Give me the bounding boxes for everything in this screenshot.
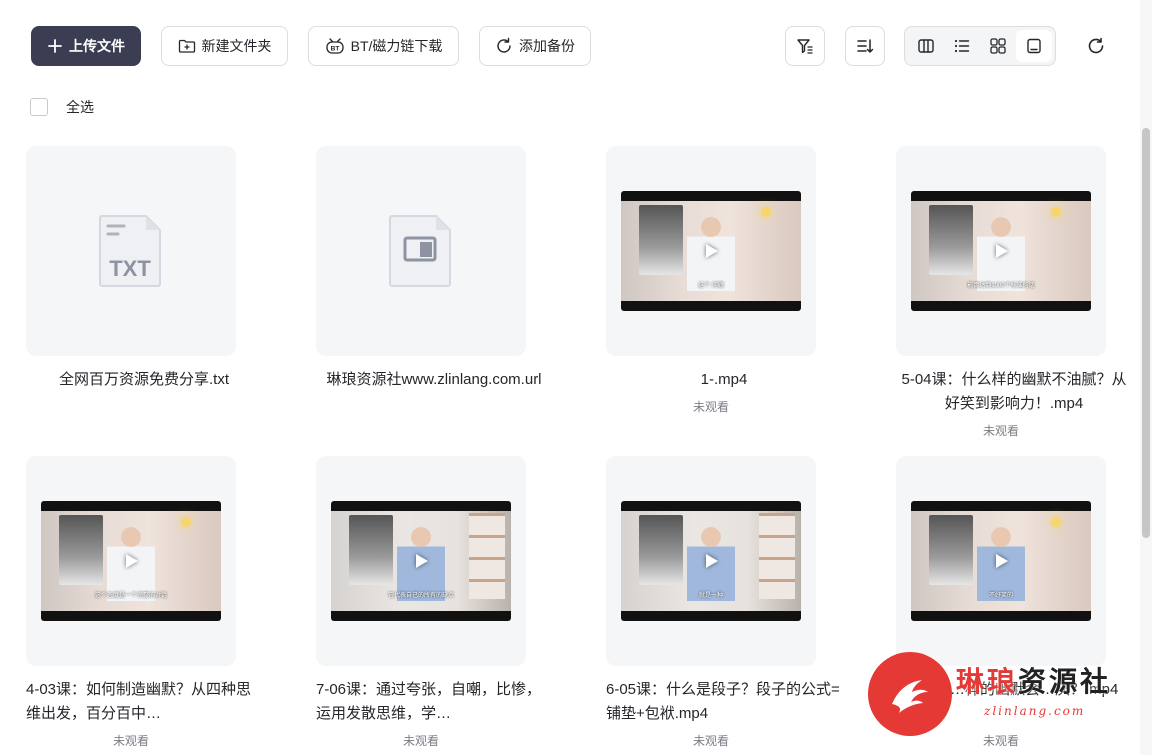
file-card[interactable]: 不好笑的 …样的幽默会…厌？.mp4 未观看 [870,456,1152,756]
refresh-button[interactable] [1080,30,1112,62]
view-single-button[interactable] [1016,30,1052,62]
add-backup-label: 添加备份 [519,38,575,54]
sort-button[interactable] [845,26,885,66]
lamp [761,207,771,217]
watch-status: 未观看 [692,734,729,748]
txt-file-icon: TXT [99,215,161,287]
file-thumbnail[interactable]: 就是一种 [606,456,816,666]
vertical-scrollbar[interactable] [1140,0,1152,755]
video-caption: 就是一种 [698,593,723,599]
portrait-poster [929,515,973,585]
play-icon[interactable] [416,554,428,568]
columns-icon [918,39,934,53]
file-thumbnail[interactable]: 它代表自己的所有的缺点 [316,456,526,666]
portrait-poster [929,205,973,275]
portrait-poster [349,515,393,585]
backup-icon [497,37,511,53]
filter-icon [797,39,813,54]
bt-icon-label: BT [330,46,339,53]
lamp [1051,517,1061,527]
video-caption: 这个 问题 [698,283,724,289]
file-name[interactable]: 全网百万资源免费分享.txt [0,368,262,392]
file-thumbnail[interactable] [316,146,526,356]
bt-download-label: BT/磁力链下载 [350,38,443,54]
view-list-button[interactable] [944,30,980,62]
video-caption: 它代表自己的所有的缺点 [387,593,454,599]
file-name[interactable]: 4-03课：如何制造幽默？从四种思维出发，百分百中… [0,678,262,726]
watch-status: 未观看 [982,734,1019,748]
url-file-icon [389,215,451,287]
upload-label: 上传文件 [69,38,125,54]
sort-icon [857,39,874,53]
file-name[interactable]: 7-06课：通过夸张，自嘲，比惨，运用发散思维，学… [290,678,552,726]
watch-status: 未观看 [112,734,149,748]
file-name[interactable]: …样的幽默会…厌？.mp4 [870,678,1132,702]
file-card[interactable]: 琳琅资源社www.zlinlang.com.url [290,146,580,446]
file-card[interactable]: TXT 全网百万资源免费分享.txt [0,146,290,446]
upload-button[interactable]: 上传文件 [31,26,141,66]
bookshelf [759,513,795,599]
view-mode-switch [904,26,1056,66]
new-folder-label: 新建文件夹 [201,38,272,54]
bt-download-button[interactable]: BT BT/磁力链下载 [308,26,459,66]
watch-status: 未观看 [402,734,439,748]
watch-status: 未观看 [982,424,1019,438]
file-card[interactable]: 这个 问题 1-.mp4 未观看 [580,146,870,446]
file-thumbnail[interactable]: 这个态度是一个完整的对话 [26,456,236,666]
file-name[interactable]: 5-04课：什么样的幽默不油腻？从好笑到影响力！.mp4 [870,368,1132,416]
file-thumbnail[interactable]: TXT [26,146,236,356]
video-thumbnail[interactable]: 它代表自己的所有的缺点 [331,501,511,621]
play-icon[interactable] [706,244,718,258]
folder-plus-icon [178,39,195,53]
file-card[interactable]: 能否达到1000个标准的话 5-04课：什么样的幽默不油腻？从好笑到影响力！.m… [870,146,1152,446]
plus-icon [48,39,62,53]
select-all-checkbox[interactable] [30,98,48,116]
file-card[interactable]: 它代表自己的所有的缺点 7-06课：通过夸张，自嘲，比惨，运用发散思维，学… 未… [290,456,580,756]
file-card[interactable]: 这个态度是一个完整的对话 4-03课：如何制造幽默？从四种思维出发，百分百中… … [0,456,290,756]
thumbnail-view-icon [1027,38,1041,54]
portrait-poster [639,205,683,275]
file-name[interactable]: 6-05课：什么是段子？段子的公式=铺垫+包袱.mp4 [580,678,842,726]
portrait-poster [639,515,683,585]
filter-button[interactable] [785,26,825,66]
bookshelf [469,513,505,599]
file-thumbnail[interactable]: 能否达到1000个标准的话 [896,146,1106,356]
new-folder-button[interactable]: 新建文件夹 [161,26,288,66]
file-thumbnail[interactable]: 不好笑的 [896,456,1106,666]
view-column-button[interactable] [908,30,944,62]
video-thumbnail[interactable]: 这个态度是一个完整的对话 [41,501,221,621]
video-caption: 能否达到1000个标准的话 [967,283,1035,289]
video-caption: 不好笑的 [988,593,1013,599]
play-icon[interactable] [126,554,138,568]
play-icon[interactable] [706,554,718,568]
play-icon[interactable] [996,554,1008,568]
select-all-label[interactable]: 全选 [66,97,94,117]
scrollbar-thumb[interactable] [1142,128,1150,538]
watch-status: 未观看 [692,400,729,414]
lamp [181,517,191,527]
grid-icon [990,38,1006,54]
add-backup-button[interactable]: 添加备份 [479,26,591,66]
select-all-row: 全选 [30,96,94,118]
video-thumbnail[interactable]: 这个 问题 [621,191,801,311]
toolbar: 上传文件 新建文件夹 BT BT/磁力链下载 添加备份 [0,0,1140,92]
video-thumbnail[interactable]: 不好笑的 [911,501,1091,621]
refresh-icon [1088,37,1104,54]
portrait-poster [59,515,103,585]
file-thumbnail[interactable]: 这个 问题 [606,146,816,356]
video-thumbnail[interactable]: 就是一种 [621,501,801,621]
lamp [1051,207,1061,217]
view-grid-button[interactable] [980,30,1016,62]
list-icon [954,39,970,53]
video-caption: 这个态度是一个完整的对话 [94,593,167,599]
file-name[interactable]: 琳琅资源社www.zlinlang.com.url [290,368,552,392]
file-name[interactable]: 1-.mp4 [580,368,842,392]
video-thumbnail[interactable]: 能否达到1000个标准的话 [911,191,1091,311]
file-card[interactable]: 就是一种 6-05课：什么是段子？段子的公式=铺垫+包袱.mp4 未观看 [580,456,870,756]
txt-icon-label: TXT [109,256,151,281]
bt-icon: BT [325,38,344,54]
play-icon[interactable] [996,244,1008,258]
